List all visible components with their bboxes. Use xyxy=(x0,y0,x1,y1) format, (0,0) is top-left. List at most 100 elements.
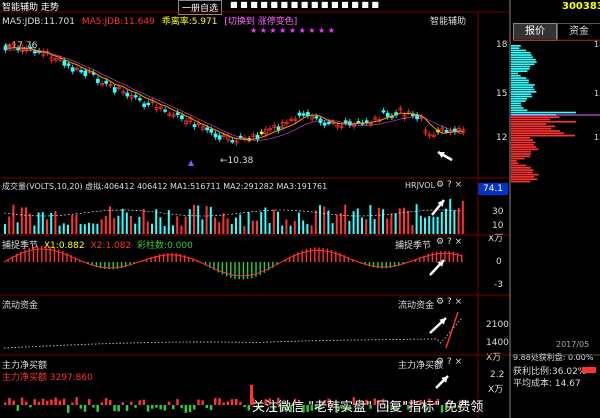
volume-bar xyxy=(159,217,162,234)
net-buy-bar xyxy=(214,398,217,405)
volume-bar xyxy=(205,206,208,234)
net-buy-bar xyxy=(180,405,183,409)
net-buy-bar xyxy=(218,398,221,405)
candle-body xyxy=(444,130,449,133)
volume-bar xyxy=(29,213,32,234)
chip-profile-bar xyxy=(511,123,547,125)
volume-bar xyxy=(193,204,195,234)
net-buy-bar xyxy=(138,400,141,405)
volume-bar xyxy=(382,209,384,234)
net-buy-bar xyxy=(92,405,95,408)
net-buy-bar xyxy=(155,405,158,408)
net-buy-bar xyxy=(41,398,45,405)
chip-profile-bar xyxy=(511,107,524,109)
volume-bar xyxy=(155,209,158,234)
chip-profile-bar xyxy=(511,54,532,56)
chip-profile-bar xyxy=(511,102,521,105)
volume-bar xyxy=(134,223,137,234)
candle-body xyxy=(314,116,319,119)
net-buy-bar xyxy=(222,402,225,405)
volume-bar xyxy=(461,200,464,234)
volume-bar xyxy=(436,216,439,234)
volume-bar xyxy=(268,223,271,234)
net-buy-bar xyxy=(37,401,41,405)
candle-body xyxy=(125,92,130,97)
profit-ratio-swatch xyxy=(582,367,596,373)
chip-profile-bar xyxy=(511,95,533,98)
volume-bar xyxy=(277,211,279,234)
candle-body xyxy=(192,124,197,127)
candle-body xyxy=(205,127,209,131)
volume-bar xyxy=(62,223,65,234)
volume-bar xyxy=(20,207,23,234)
volume-bar xyxy=(352,211,355,234)
volume-bar xyxy=(151,223,153,234)
volume-bar xyxy=(293,221,296,234)
chip-profile-bar xyxy=(511,97,528,100)
net-buy-bar xyxy=(142,399,146,405)
chip-profile-bar xyxy=(511,134,576,137)
candle-body xyxy=(104,80,109,84)
volume-bar xyxy=(373,219,376,234)
volume-bar xyxy=(226,218,229,234)
chip-profile-bar xyxy=(511,146,537,148)
net-buy-bar xyxy=(58,400,62,405)
candle-body xyxy=(146,102,151,106)
candle-body xyxy=(163,109,167,112)
volume-bar xyxy=(419,215,422,234)
candle-body xyxy=(62,60,67,66)
net-buy-bar xyxy=(205,405,209,409)
volume-bar xyxy=(298,212,300,234)
net-buy-bar xyxy=(117,405,120,412)
net-buy-bar xyxy=(172,405,175,410)
volume-bar xyxy=(96,223,99,234)
volume-bar xyxy=(230,223,233,234)
chip-profile-bar xyxy=(511,173,539,176)
volume-bar xyxy=(41,212,44,234)
volume-bar xyxy=(453,210,456,234)
volume-bar xyxy=(209,206,212,234)
candle-body xyxy=(356,120,361,124)
net-buy-bar xyxy=(247,405,251,411)
chip-profile-bar xyxy=(511,130,561,132)
net-buy-bar xyxy=(201,400,204,405)
chip-profile-bar xyxy=(511,104,522,107)
net-buy-bar xyxy=(230,399,234,405)
chip-profile-bar xyxy=(511,56,533,59)
candle-body xyxy=(209,129,214,133)
volume-bar xyxy=(83,224,86,234)
net-buy-bar xyxy=(226,401,230,405)
flow-line xyxy=(3,317,463,349)
volume-bar xyxy=(201,219,204,234)
candle-body xyxy=(297,112,302,116)
volume-bar xyxy=(386,218,389,234)
chip-profile-bar xyxy=(511,81,529,84)
net-buy-bar xyxy=(125,405,129,412)
volume-bar xyxy=(142,208,145,234)
chip-profile-bar xyxy=(511,127,552,130)
chip-profile-bar xyxy=(511,178,538,181)
net-buy-bar xyxy=(197,399,200,405)
net-buy-bar xyxy=(83,405,87,412)
net-buy-bar xyxy=(75,397,78,405)
volume-bar xyxy=(457,207,460,234)
net-buy-bar xyxy=(188,405,192,412)
net-buy-bar xyxy=(113,405,116,412)
volume-bar xyxy=(197,205,200,234)
chart-graphics xyxy=(0,0,600,418)
chip-profile-bar xyxy=(511,88,535,91)
candle-body xyxy=(343,120,348,123)
chip-profile-bar xyxy=(511,176,535,178)
volume-bar xyxy=(214,217,216,234)
chip-profile-bar xyxy=(511,70,528,72)
volume-bar xyxy=(335,214,338,234)
volume-bar xyxy=(356,208,359,234)
chip-profile-bar xyxy=(511,93,532,95)
candle-body xyxy=(230,140,235,143)
volume-bar xyxy=(289,225,292,234)
net-buy-bar xyxy=(88,399,91,405)
net-buy-bar xyxy=(16,405,20,411)
volume-bar xyxy=(415,204,418,234)
chip-profile-bar xyxy=(511,61,537,63)
chip-profile-bar xyxy=(511,45,521,47)
